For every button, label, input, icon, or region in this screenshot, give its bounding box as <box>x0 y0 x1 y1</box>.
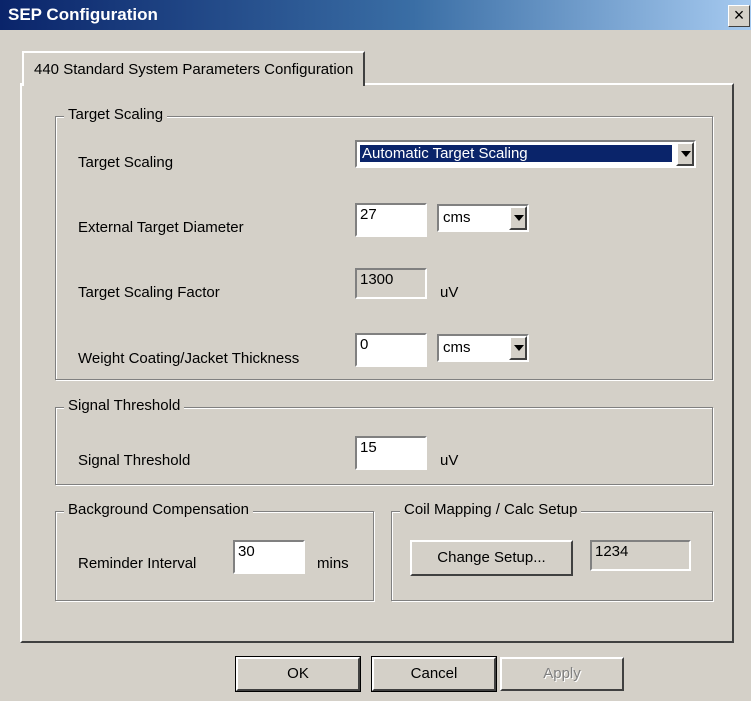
ok-button[interactable]: OK <box>235 656 361 692</box>
scaling-factor-label: Target Scaling Factor <box>78 284 220 301</box>
external-diameter-input[interactable]: 27 <box>355 203 427 237</box>
signal-threshold-input[interactable]: 15 <box>355 436 427 470</box>
coating-thickness-input[interactable]: 0 <box>355 333 427 367</box>
coil-setup-value: 1234 <box>590 540 691 571</box>
coil-mapping-legend: Coil Mapping / Calc Setup <box>400 501 582 518</box>
apply-button[interactable]: Apply <box>500 657 624 691</box>
chevron-down-icon[interactable] <box>509 336 527 360</box>
external-diameter-unit: cms <box>443 209 471 226</box>
coating-thickness-label: Weight Coating/Jacket Thickness <box>78 350 300 367</box>
window-title: SEP Configuration <box>8 5 158 24</box>
target-scaling-select[interactable]: Automatic Target Scaling <box>355 140 696 168</box>
change-setup-button[interactable]: Change Setup... <box>410 540 573 576</box>
signal-threshold-unit: uV <box>440 452 459 469</box>
external-diameter-label: External Target Diameter <box>78 219 244 236</box>
chevron-down-icon[interactable] <box>509 206 527 230</box>
target-scaling-label: Target Scaling <box>78 154 174 171</box>
signal-threshold-legend: Signal Threshold <box>64 397 185 414</box>
reminder-interval-unit: mins <box>317 555 349 572</box>
target-scaling-legend: Target Scaling <box>64 106 168 123</box>
reminder-interval-input[interactable]: 30 <box>233 540 305 574</box>
coating-thickness-unit-select[interactable]: cms <box>437 334 529 362</box>
background-compensation-legend: Background Compensation <box>64 501 253 518</box>
scaling-factor-value: 1300 <box>355 268 427 299</box>
title-bar[interactable]: SEP Configuration × <box>0 0 751 30</box>
close-icon[interactable]: × <box>728 5 750 27</box>
tab-standard-parameters[interactable]: 440 Standard System Parameters Configura… <box>22 51 366 86</box>
signal-threshold-label: Signal Threshold <box>78 452 191 469</box>
cancel-button[interactable]: Cancel <box>371 656 497 692</box>
reminder-interval-label: Reminder Interval <box>78 555 197 572</box>
scaling-factor-unit: uV <box>440 284 459 301</box>
target-scaling-selected: Automatic Target Scaling <box>360 145 672 162</box>
chevron-down-icon[interactable] <box>676 142 694 166</box>
external-diameter-unit-select[interactable]: cms <box>437 204 529 232</box>
coating-thickness-unit: cms <box>443 339 471 356</box>
